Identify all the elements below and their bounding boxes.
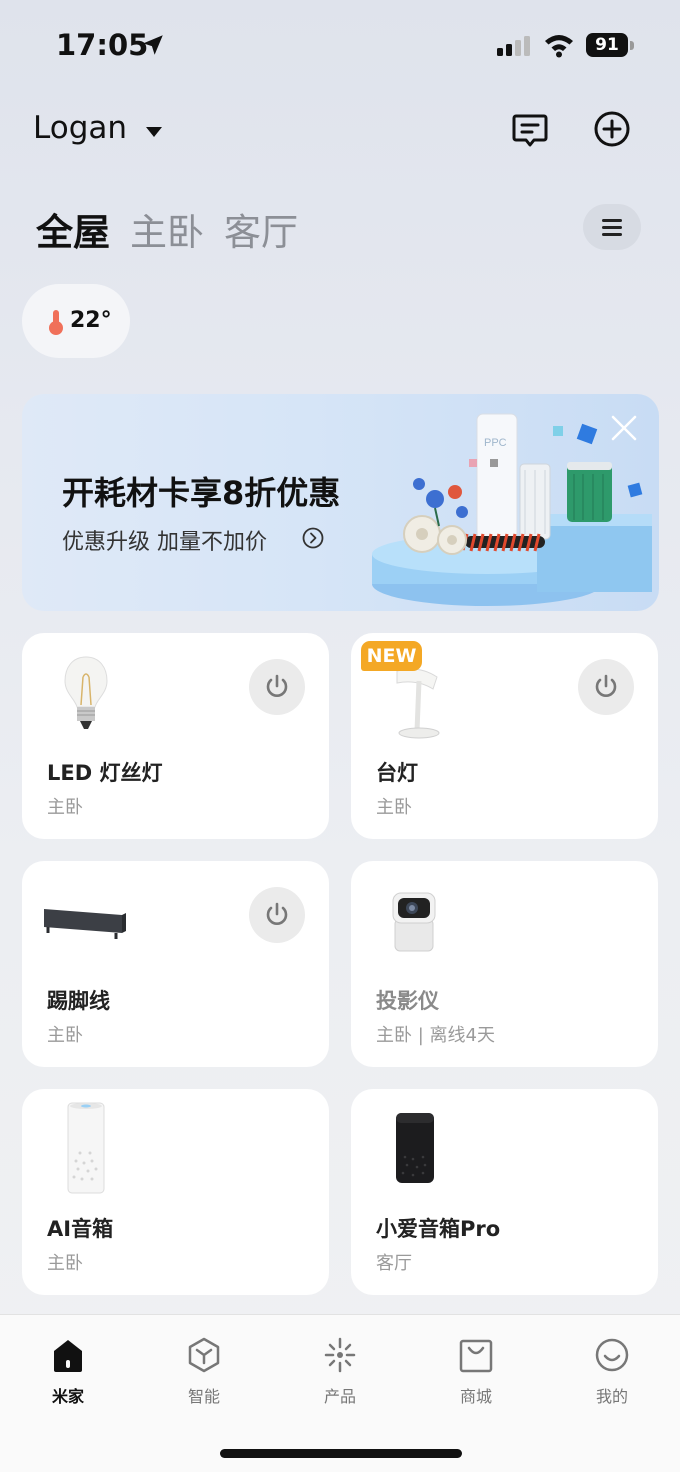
nav-item-products[interactable]: 产品 <box>300 1335 380 1406</box>
device-card-baseboard-heater[interactable]: 踢脚线 主卧 <box>22 861 329 1067</box>
device-room: 主卧 <box>47 1025 83 1046</box>
temperature-value: 22° <box>70 308 112 333</box>
baseboard-heater-icon <box>44 909 126 939</box>
location-arrow-icon <box>143 35 163 55</box>
tab-living-room[interactable]: 客厅 <box>224 202 298 256</box>
device-name: AI音箱 <box>47 1217 114 1241</box>
room-menu-button[interactable] <box>583 204 641 250</box>
device-room: 主卧 <box>376 797 412 818</box>
device-name: 投影仪 <box>376 989 439 1013</box>
cellular-signal-icon <box>497 36 530 56</box>
nav-label: 智能 <box>187 1387 220 1406</box>
nav-item-profile[interactable]: 我的 <box>572 1335 652 1406</box>
power-icon <box>595 674 617 697</box>
smiley-profile-icon <box>595 1338 629 1372</box>
power-icon <box>266 902 288 925</box>
device-card-speaker-pro[interactable]: 小爱音箱Pro 客厅 <box>351 1089 658 1295</box>
nav-label: 商城 <box>459 1387 492 1406</box>
home-indicator <box>220 1449 462 1458</box>
new-badge: NEW <box>361 641 422 671</box>
device-room: 主卧 <box>47 797 83 818</box>
power-button[interactable] <box>578 659 634 715</box>
device-room: 主卧 | 离线4天 <box>376 1025 495 1046</box>
device-room: 客厅 <box>376 1253 412 1274</box>
device-name: 踢脚线 <box>47 989 110 1013</box>
nav-item-home[interactable]: 米家 <box>28 1335 108 1406</box>
power-icon <box>266 674 288 697</box>
black-speaker-icon <box>396 1113 434 1183</box>
device-room: 主卧 <box>47 1253 83 1274</box>
device-name: LED 灯丝灯 <box>47 761 163 785</box>
device-card-projector[interactable]: 投影仪 主卧 | 离线4天 <box>351 861 658 1067</box>
filament-bulb-icon <box>64 656 108 729</box>
nav-label: 产品 <box>323 1387 356 1406</box>
device-card-led-bulb[interactable]: LED 灯丝灯 主卧 <box>22 633 329 839</box>
device-name: 小爱音箱Pro <box>376 1217 501 1241</box>
smart-hexagon-icon <box>188 1337 220 1373</box>
nav-label: 我的 <box>595 1387 628 1406</box>
tab-all-rooms[interactable]: 全屋 <box>36 202 110 256</box>
desk-lamp-icon <box>396 668 440 739</box>
device-card-desk-lamp[interactable]: NEW 台灯 主卧 <box>351 633 658 839</box>
thermometer-icon <box>49 310 63 335</box>
close-icon[interactable] <box>610 414 638 442</box>
banner-art-label: PPC <box>484 437 507 449</box>
projector-icon <box>392 892 436 952</box>
device-name: 台灯 <box>376 761 418 785</box>
add-icon[interactable] <box>592 109 632 149</box>
promo-banner[interactable]: 开耗材卡享8折优惠 优惠升级 加量不加价 PPC <box>22 394 659 611</box>
message-icon[interactable] <box>510 110 550 150</box>
battery-indicator: 91 <box>586 33 634 57</box>
circle-arrow-right-icon <box>302 527 324 549</box>
nav-item-smart[interactable]: 智能 <box>164 1335 244 1406</box>
battery-level: 91 <box>595 35 619 55</box>
home-selector[interactable]: Logan <box>33 110 127 146</box>
caret-down-icon[interactable] <box>145 126 163 138</box>
nav-item-store[interactable]: 商城 <box>436 1335 516 1406</box>
bottom-nav: 米家 智能 产品 商城 我的 <box>0 1314 680 1472</box>
shopping-bag-icon <box>459 1339 493 1373</box>
temperature-chip[interactable]: 22° <box>22 284 130 358</box>
banner-title: 开耗材卡享8折优惠 <box>62 474 341 512</box>
nav-label: 米家 <box>51 1387 84 1406</box>
white-speaker-icon <box>67 1102 105 1194</box>
power-button[interactable] <box>249 659 305 715</box>
home-icon <box>54 1340 82 1372</box>
status-time: 17:05 <box>56 28 149 62</box>
tab-master-bedroom[interactable]: 主卧 <box>130 202 204 256</box>
power-button[interactable] <box>249 887 305 943</box>
wifi-icon <box>545 35 573 58</box>
banner-subtitle: 优惠升级 加量不加价 <box>62 530 267 555</box>
status-bar: 17:05 91 <box>0 0 680 90</box>
room-tabs: 全屋 主卧 客厅 <box>36 202 298 254</box>
device-card-ai-speaker[interactable]: AI音箱 主卧 <box>22 1089 329 1295</box>
product-sparkle-icon <box>324 1337 356 1373</box>
